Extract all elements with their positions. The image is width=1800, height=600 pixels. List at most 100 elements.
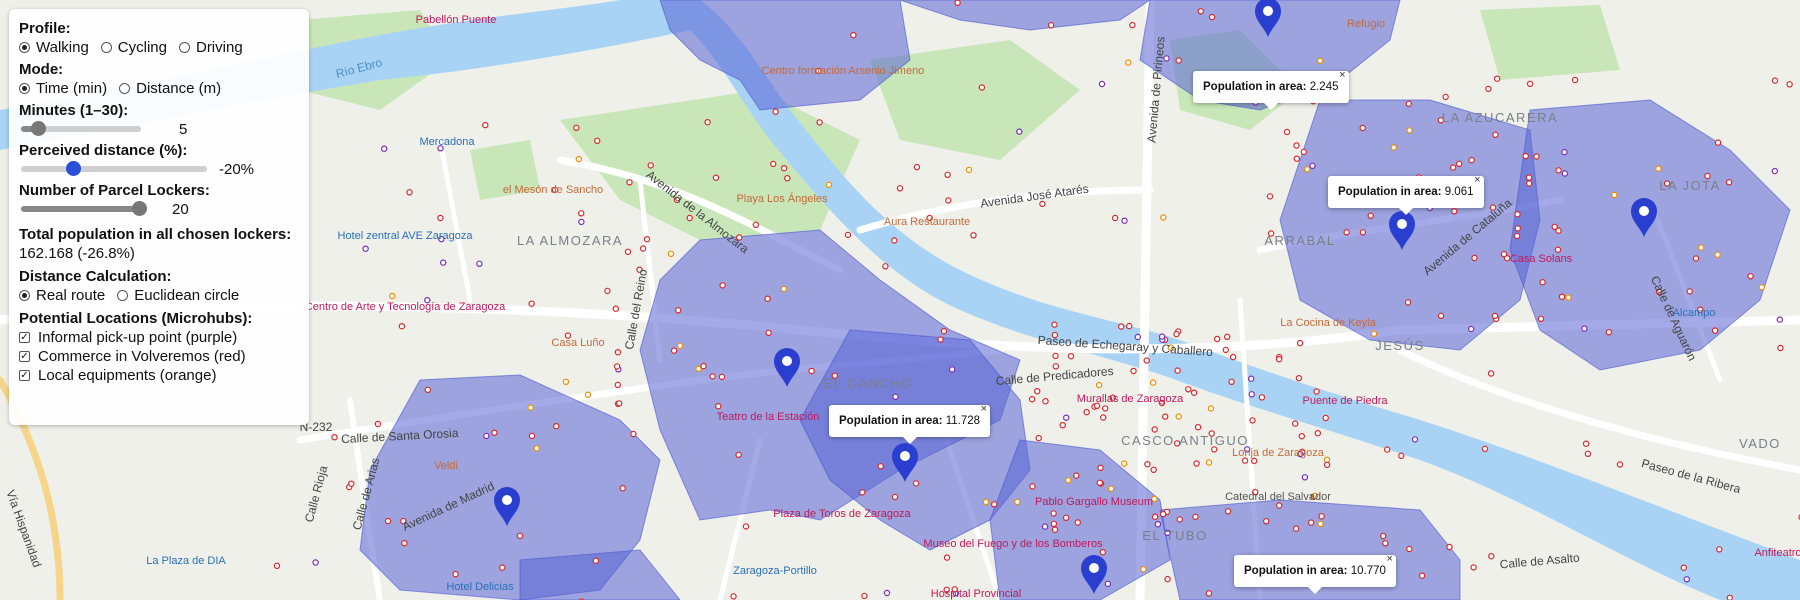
location-dot[interactable] <box>1539 279 1546 286</box>
location-dot[interactable] <box>452 570 459 578</box>
location-dot[interactable] <box>1047 22 1055 29</box>
location-dot[interactable] <box>891 493 899 501</box>
location-dot[interactable] <box>883 589 891 597</box>
location-dot[interactable] <box>578 218 585 226</box>
location-dot[interactable] <box>1726 594 1733 600</box>
location-dot[interactable] <box>718 373 726 381</box>
location-dot[interactable] <box>1558 293 1566 300</box>
perceived-slider[interactable] <box>21 161 207 176</box>
location-dot[interactable] <box>1173 330 1180 338</box>
location-dot[interactable] <box>1565 294 1572 301</box>
location-dot[interactable] <box>1537 315 1545 322</box>
location-dot[interactable] <box>1449 164 1457 171</box>
location-dot[interactable] <box>1258 394 1266 401</box>
location-dot[interactable] <box>1488 553 1495 560</box>
location-dot[interactable] <box>1298 433 1306 440</box>
location-dot[interactable] <box>1491 312 1499 320</box>
location-dot[interactable] <box>1487 370 1495 377</box>
radio-icon[interactable] <box>19 290 30 301</box>
profile-driving-radio[interactable]: Driving <box>178 38 243 57</box>
location-dot[interactable] <box>780 285 788 293</box>
location-dot[interactable] <box>913 163 921 171</box>
location-dot[interactable] <box>1129 21 1136 29</box>
location-dot[interactable] <box>1042 398 1049 405</box>
close-icon[interactable]: × <box>1474 174 1480 186</box>
location-dot[interactable] <box>1193 460 1200 467</box>
location-dot[interactable] <box>1747 273 1754 280</box>
location-dot[interactable] <box>1418 572 1426 579</box>
location-dot[interactable] <box>676 342 684 350</box>
location-dot[interactable] <box>1711 327 1719 334</box>
location-dot[interactable] <box>1777 344 1784 352</box>
location-dot[interactable] <box>1771 167 1779 175</box>
location-dot[interactable] <box>1159 510 1167 518</box>
location-dot[interactable] <box>882 263 889 270</box>
checkbox-icon[interactable]: ✓ <box>19 370 30 381</box>
location-dot[interactable] <box>1098 80 1106 88</box>
location-dot[interactable] <box>1301 474 1309 481</box>
location-dot[interactable] <box>1029 483 1036 490</box>
location-dot[interactable] <box>675 307 682 314</box>
location-dot[interactable] <box>1205 590 1213 597</box>
location-dot[interactable] <box>1059 422 1066 429</box>
location-dot[interactable] <box>1121 217 1128 224</box>
location-dot[interactable] <box>1051 321 1058 328</box>
perceived-slider-thumb[interactable] <box>66 161 82 176</box>
location-dot[interactable] <box>816 119 823 126</box>
location-dot[interactable] <box>1571 76 1579 84</box>
location-dot[interactable] <box>1154 521 1162 528</box>
minutes-slider-thumb[interactable] <box>30 121 46 136</box>
location-dot[interactable] <box>1249 417 1256 424</box>
location-dot[interactable] <box>1197 8 1205 15</box>
location-dot[interactable] <box>1099 549 1107 556</box>
location-dot[interactable] <box>1140 566 1147 573</box>
location-dot[interactable] <box>553 423 560 430</box>
location-dot[interactable] <box>1697 244 1705 251</box>
location-dot[interactable] <box>1446 543 1453 551</box>
location-dot[interactable] <box>1605 329 1613 336</box>
location-dot[interactable] <box>1151 513 1159 520</box>
location-dot[interactable] <box>1303 166 1311 173</box>
location-dot[interactable] <box>1525 174 1533 181</box>
location-dot[interactable] <box>491 429 498 436</box>
location-dot[interactable] <box>943 554 951 561</box>
location-dot[interactable] <box>859 489 866 496</box>
location-dot[interactable] <box>1616 461 1624 468</box>
location-dot[interactable] <box>1513 232 1521 240</box>
location-dot[interactable] <box>844 231 852 239</box>
location-dot[interactable] <box>1160 214 1167 221</box>
location-dot[interactable] <box>1101 405 1109 412</box>
close-icon[interactable]: × <box>981 403 987 415</box>
location-dot[interactable] <box>1714 251 1721 258</box>
checkbox-icon[interactable]: ✓ <box>19 351 30 362</box>
location-dot[interactable] <box>573 124 580 132</box>
location-dot[interactable] <box>1051 526 1059 533</box>
location-dot[interactable] <box>613 363 621 370</box>
location-dot[interactable] <box>1111 214 1119 222</box>
location-dot[interactable] <box>1442 93 1449 101</box>
profile-cycling-radio[interactable]: Cycling <box>100 38 167 57</box>
location-dot[interactable] <box>742 523 750 530</box>
location-dot[interactable] <box>1771 77 1779 84</box>
location-dot[interactable] <box>1500 250 1508 258</box>
location-dot[interactable] <box>639 245 647 252</box>
location-dot[interactable] <box>1293 155 1301 162</box>
location-dot[interactable] <box>612 305 620 312</box>
location-dot[interactable] <box>1194 424 1202 431</box>
location-dot[interactable] <box>1451 208 1458 215</box>
location-dot[interactable] <box>719 282 726 289</box>
location-dot[interactable] <box>1161 413 1169 420</box>
location-dot[interactable] <box>770 160 777 168</box>
location-dot[interactable] <box>614 349 622 356</box>
location-dot[interactable] <box>965 166 973 174</box>
location-dot[interactable] <box>389 292 396 300</box>
location-dot[interactable] <box>362 245 369 252</box>
location-dot[interactable] <box>1074 519 1082 526</box>
minutes-slider[interactable] <box>21 121 141 136</box>
location-dot[interactable] <box>1207 405 1215 412</box>
location-dot[interactable] <box>700 362 707 370</box>
location-dot[interactable] <box>1224 508 1232 515</box>
location-dot[interactable] <box>1716 546 1723 553</box>
location-dot[interactable] <box>1062 514 1070 522</box>
location-dot[interactable] <box>695 365 702 372</box>
